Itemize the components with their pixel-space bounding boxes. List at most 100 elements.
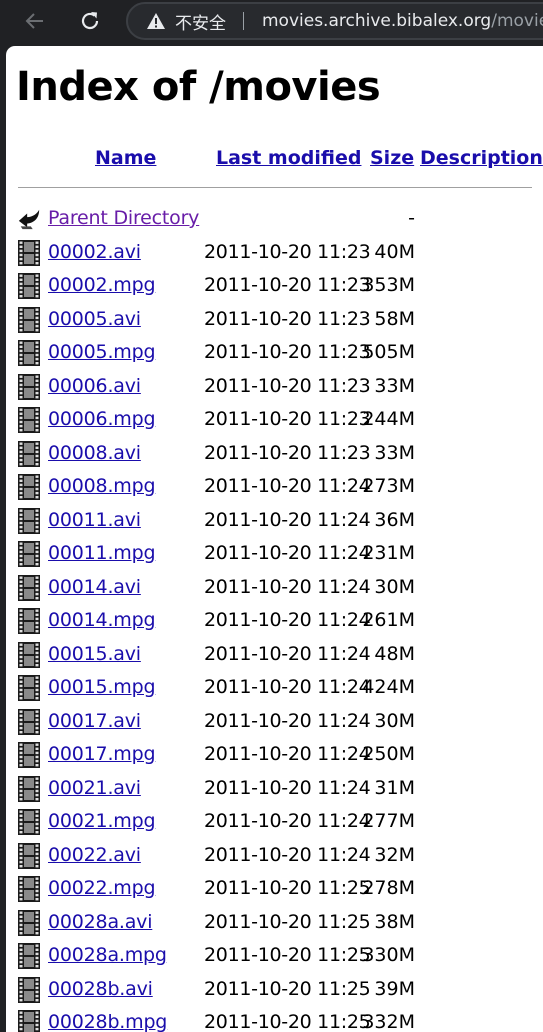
file-link[interactable]: 00028b.avi	[48, 978, 153, 1000]
file-row: 00002.avi 2011-10-20 11:23 40M	[6, 237, 543, 270]
file-size: 244M	[362, 408, 415, 430]
file-date: 2011-10-20 11:23	[204, 441, 371, 464]
file-size: -	[408, 207, 415, 229]
parent-directory-icon	[18, 209, 40, 230]
file-date: 2011-10-20 11:24	[204, 843, 371, 866]
file-size: 273M	[362, 475, 415, 497]
file-link[interactable]: 00005.mpg	[48, 341, 156, 363]
file-row: 00015.avi 2011-10-20 11:24 48M	[6, 639, 543, 672]
file-link[interactable]: 00006.avi	[48, 375, 141, 397]
movie-file-icon	[18, 742, 40, 768]
reload-button[interactable]	[75, 6, 105, 36]
file-size: 330M	[362, 944, 415, 966]
reload-icon	[81, 12, 99, 30]
movie-file-icon	[18, 474, 40, 500]
file-size: 38M	[374, 910, 415, 933]
file-size: 39M	[374, 977, 415, 1000]
file-link[interactable]: 00006.mpg	[48, 408, 156, 430]
file-link[interactable]: 00002.avi	[48, 241, 141, 263]
security-indicator[interactable]: 不安全	[146, 9, 226, 34]
file-date: 2011-10-20 11:23	[204, 240, 371, 263]
file-size: 353M	[362, 274, 415, 296]
file-link[interactable]: 00011.avi	[48, 509, 141, 531]
file-link[interactable]: 00028a.avi	[48, 911, 152, 933]
column-header-last-modified[interactable]: Last modified	[216, 147, 361, 169]
file-link[interactable]: 00011.mpg	[48, 542, 156, 564]
browser-toolbar: 不安全 movies.archive.bibalex.org/movies/	[0, 0, 543, 44]
file-link[interactable]: 00021.avi	[48, 777, 141, 799]
movie-file-icon	[18, 608, 40, 634]
file-link[interactable]: 00021.mpg	[48, 810, 156, 832]
file-date: 2011-10-20 11:24	[204, 676, 371, 698]
file-date: 2011-10-20 11:25	[204, 910, 371, 933]
file-link[interactable]: 00008.mpg	[48, 475, 156, 497]
file-row: 00028a.mpg 2011-10-20 11:25 330M	[6, 940, 543, 973]
file-link[interactable]: 00005.avi	[48, 308, 141, 330]
file-date: 2011-10-20 11:24	[204, 609, 371, 631]
movie-file-icon	[18, 876, 40, 902]
file-date: 2011-10-20 11:24	[204, 475, 371, 497]
file-size: 58M	[374, 307, 415, 330]
file-date: 2011-10-20 11:24	[204, 709, 371, 732]
file-row: 00022.mpg 2011-10-20 11:25 278M	[6, 873, 543, 906]
file-row: 00006.mpg 2011-10-20 11:23 244M	[6, 404, 543, 437]
address-divider	[243, 12, 244, 30]
column-header-description[interactable]: Description	[420, 147, 543, 169]
movie-file-icon	[18, 407, 40, 433]
file-date: 2011-10-20 11:23	[204, 274, 371, 296]
back-button[interactable]	[20, 6, 50, 36]
file-row: 00015.mpg 2011-10-20 11:24 424M	[6, 672, 543, 705]
file-date: 2011-10-20 11:24	[204, 776, 371, 799]
file-link[interactable]: 00015.mpg	[48, 676, 156, 698]
file-size: 32M	[374, 843, 415, 866]
column-header-size[interactable]: Size	[370, 147, 414, 169]
file-link[interactable]: 00028b.mpg	[48, 1011, 167, 1032]
file-row: 00014.mpg 2011-10-20 11:24 261M	[6, 605, 543, 638]
file-size: 40M	[374, 240, 415, 263]
file-link[interactable]: 00014.avi	[48, 576, 141, 598]
file-size: 30M	[374, 709, 415, 732]
file-size: 278M	[362, 877, 415, 899]
movie-file-icon	[18, 842, 40, 869]
movie-file-icon	[18, 943, 40, 969]
file-size: 261M	[362, 609, 415, 631]
url-host: movies.archive.bibalex.org	[262, 11, 492, 31]
file-link[interactable]: 00017.avi	[48, 710, 141, 732]
file-link[interactable]: 00015.avi	[48, 643, 141, 665]
file-row: 00008.mpg 2011-10-20 11:24 273M	[6, 471, 543, 504]
file-row: 00021.mpg 2011-10-20 11:24 277M	[6, 806, 543, 839]
back-arrow-icon	[25, 13, 43, 29]
parent-directory-link[interactable]: Parent Directory	[48, 207, 199, 229]
file-row: 00028a.avi 2011-10-20 11:25 38M	[6, 907, 543, 940]
file-link[interactable]: 00028a.mpg	[48, 944, 167, 966]
file-date: 2011-10-20 11:24	[204, 508, 371, 531]
file-link[interactable]: 00008.avi	[48, 442, 141, 464]
url-text[interactable]: movies.archive.bibalex.org/movies/	[262, 9, 543, 33]
movie-file-icon	[18, 507, 40, 534]
movie-file-icon	[18, 340, 40, 366]
file-date: 2011-10-20 11:23	[204, 307, 371, 330]
column-header-name[interactable]: Name	[95, 147, 156, 169]
file-size: 424M	[362, 676, 415, 698]
header-separator	[18, 187, 532, 188]
file-link[interactable]: 00017.mpg	[48, 743, 156, 765]
file-row: 00002.mpg 2011-10-20 11:23 353M	[6, 270, 543, 303]
file-link[interactable]: 00014.mpg	[48, 609, 156, 631]
movie-file-icon	[18, 809, 40, 835]
movie-file-icon	[18, 239, 40, 266]
file-size: 250M	[362, 743, 415, 765]
file-date: 2011-10-20 11:23	[204, 374, 371, 397]
file-row: 00005.avi 2011-10-20 11:23 58M	[6, 304, 543, 337]
file-date: 2011-10-20 11:24	[204, 575, 371, 598]
file-date: 2011-10-20 11:24	[204, 542, 371, 564]
movie-file-icon	[18, 541, 40, 567]
file-link[interactable]: 00022.mpg	[48, 877, 156, 899]
file-size: 332M	[362, 1011, 415, 1032]
file-link[interactable]: 00002.mpg	[48, 274, 156, 296]
file-row: 00022.avi 2011-10-20 11:24 32M	[6, 840, 543, 873]
file-size: 277M	[362, 810, 415, 832]
file-row: 00006.avi 2011-10-20 11:23 33M	[6, 371, 543, 404]
file-row: 00005.mpg 2011-10-20 11:23 505M	[6, 337, 543, 370]
file-row: 00011.avi 2011-10-20 11:24 36M	[6, 505, 543, 538]
file-link[interactable]: 00022.avi	[48, 844, 141, 866]
